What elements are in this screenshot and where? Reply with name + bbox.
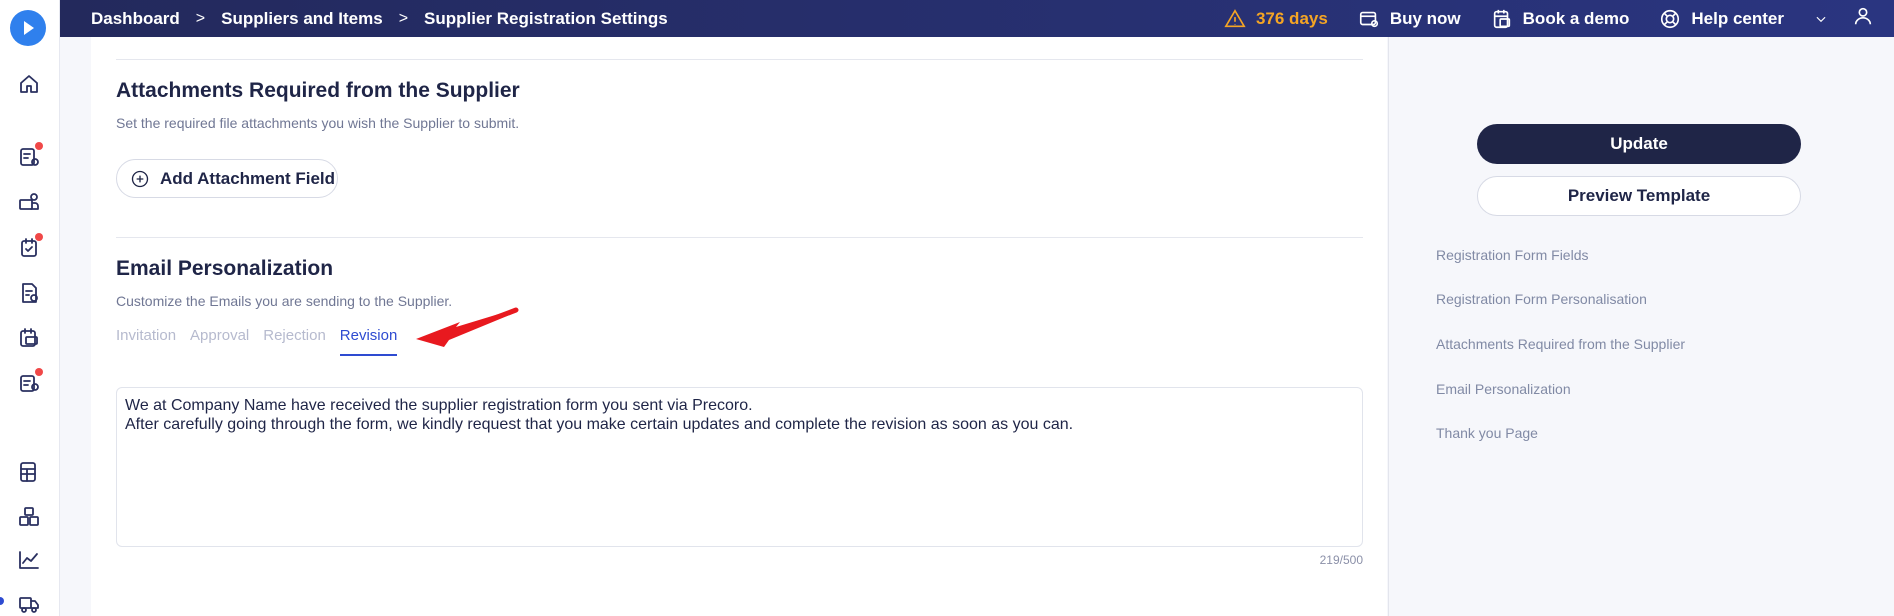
attachments-section-description: Set the required file attachments you wi… <box>116 115 520 131</box>
book-demo-label: Book a demo <box>1522 8 1630 28</box>
tab-rejection[interactable]: Rejection <box>263 327 326 356</box>
notification-dot <box>35 142 43 150</box>
lifebuoy-icon <box>1661 9 1680 28</box>
suppliers-icon[interactable] <box>16 189 42 215</box>
warning-icon <box>1224 8 1246 27</box>
right-panel: Update Preview Template Registration For… <box>1388 37 1894 616</box>
tab-invitation[interactable]: Invitation <box>116 327 176 356</box>
settings-content: Attachments Required from the Supplier S… <box>91 37 1387 616</box>
reports-table-icon[interactable] <box>16 459 42 485</box>
breadcrumb-separator: > <box>195 9 206 27</box>
page-nav-registration-form-personalisation[interactable]: Registration Form Personalisation <box>1436 291 1647 307</box>
email-tabs: Invitation Approval Rejection Revision <box>116 327 411 356</box>
delivery-truck-icon[interactable] <box>16 591 42 616</box>
book-demo-link[interactable]: Book a demo <box>1491 8 1630 30</box>
breadcrumb-separator: > <box>398 9 409 27</box>
analytics-chart-icon[interactable] <box>16 547 42 573</box>
add-attachment-field-label: Add Attachment Field <box>160 168 336 188</box>
page-nav-thank-you-page[interactable]: Thank you Page <box>1436 425 1538 441</box>
purchase-requests-icon[interactable] <box>16 142 43 170</box>
preview-template-button[interactable]: Preview Template <box>1477 176 1801 216</box>
page-nav-email-personalization[interactable]: Email Personalization <box>1436 381 1571 397</box>
chevron-down-icon <box>1816 16 1826 22</box>
buy-now-link[interactable]: Buy now <box>1358 8 1461 30</box>
sidebar <box>0 0 60 616</box>
user-avatar[interactable] <box>1852 5 1874 32</box>
help-center-link[interactable]: Help center <box>1659 8 1784 30</box>
breadcrumb-suppliers-and-items[interactable]: Suppliers and Items <box>221 9 383 29</box>
plus-circle-icon <box>131 170 149 187</box>
tab-revision[interactable]: Revision <box>339 327 398 356</box>
buy-now-label: Buy now <box>1389 8 1461 28</box>
payments-icon[interactable] <box>16 325 42 351</box>
tab-approval[interactable]: Approval <box>190 327 249 356</box>
page-nav-registration-form-fields[interactable]: Registration Form Fields <box>1436 247 1589 263</box>
top-actions: 376 days Buy now Book a demo Help center <box>1224 0 1894 37</box>
page-nav-attachments-required[interactable]: Attachments Required from the Supplier <box>1436 336 1685 352</box>
user-icon <box>1854 7 1872 25</box>
active-marker <box>0 597 4 605</box>
breadcrumb-current: Supplier Registration Settings <box>424 8 668 28</box>
precoro-logo-icon[interactable] <box>10 10 46 46</box>
home-icon[interactable] <box>16 71 42 97</box>
notification-dot <box>35 368 43 376</box>
notification-dot <box>35 233 43 241</box>
email-section-description: Customize the Emails you are sending to … <box>116 293 453 309</box>
attachments-section-title: Attachments Required from the Supplier <box>116 79 520 102</box>
calendar-icon <box>1493 9 1510 28</box>
add-attachment-field-button[interactable]: Add Attachment Field <box>116 159 338 198</box>
trial-days-text: 376 days <box>1255 8 1328 28</box>
breadcrumb: Dashboard > Suppliers and Items > Suppli… <box>60 9 668 29</box>
budgets-icon[interactable] <box>16 368 43 396</box>
email-body-textarea[interactable]: We at Company Name have received the sup… <box>116 387 1363 547</box>
divider <box>116 59 1363 60</box>
trial-days-indicator[interactable]: 376 days <box>1224 8 1328 30</box>
inventory-boxes-icon[interactable] <box>16 504 42 530</box>
approvals-icon[interactable] <box>16 233 43 261</box>
breadcrumb-dashboard[interactable]: Dashboard <box>91 9 180 29</box>
payment-card-icon <box>1359 11 1378 27</box>
help-center-label: Help center <box>1691 8 1784 28</box>
invoices-icon[interactable] <box>16 280 42 306</box>
character-counter: 219/500 <box>1319 553 1363 567</box>
divider <box>116 237 1363 238</box>
user-menu-toggle[interactable] <box>1814 12 1838 26</box>
email-section-title: Email Personalization <box>116 257 334 280</box>
update-button[interactable]: Update <box>1477 124 1801 164</box>
top-bar: Dashboard > Suppliers and Items > Suppli… <box>60 0 1894 37</box>
